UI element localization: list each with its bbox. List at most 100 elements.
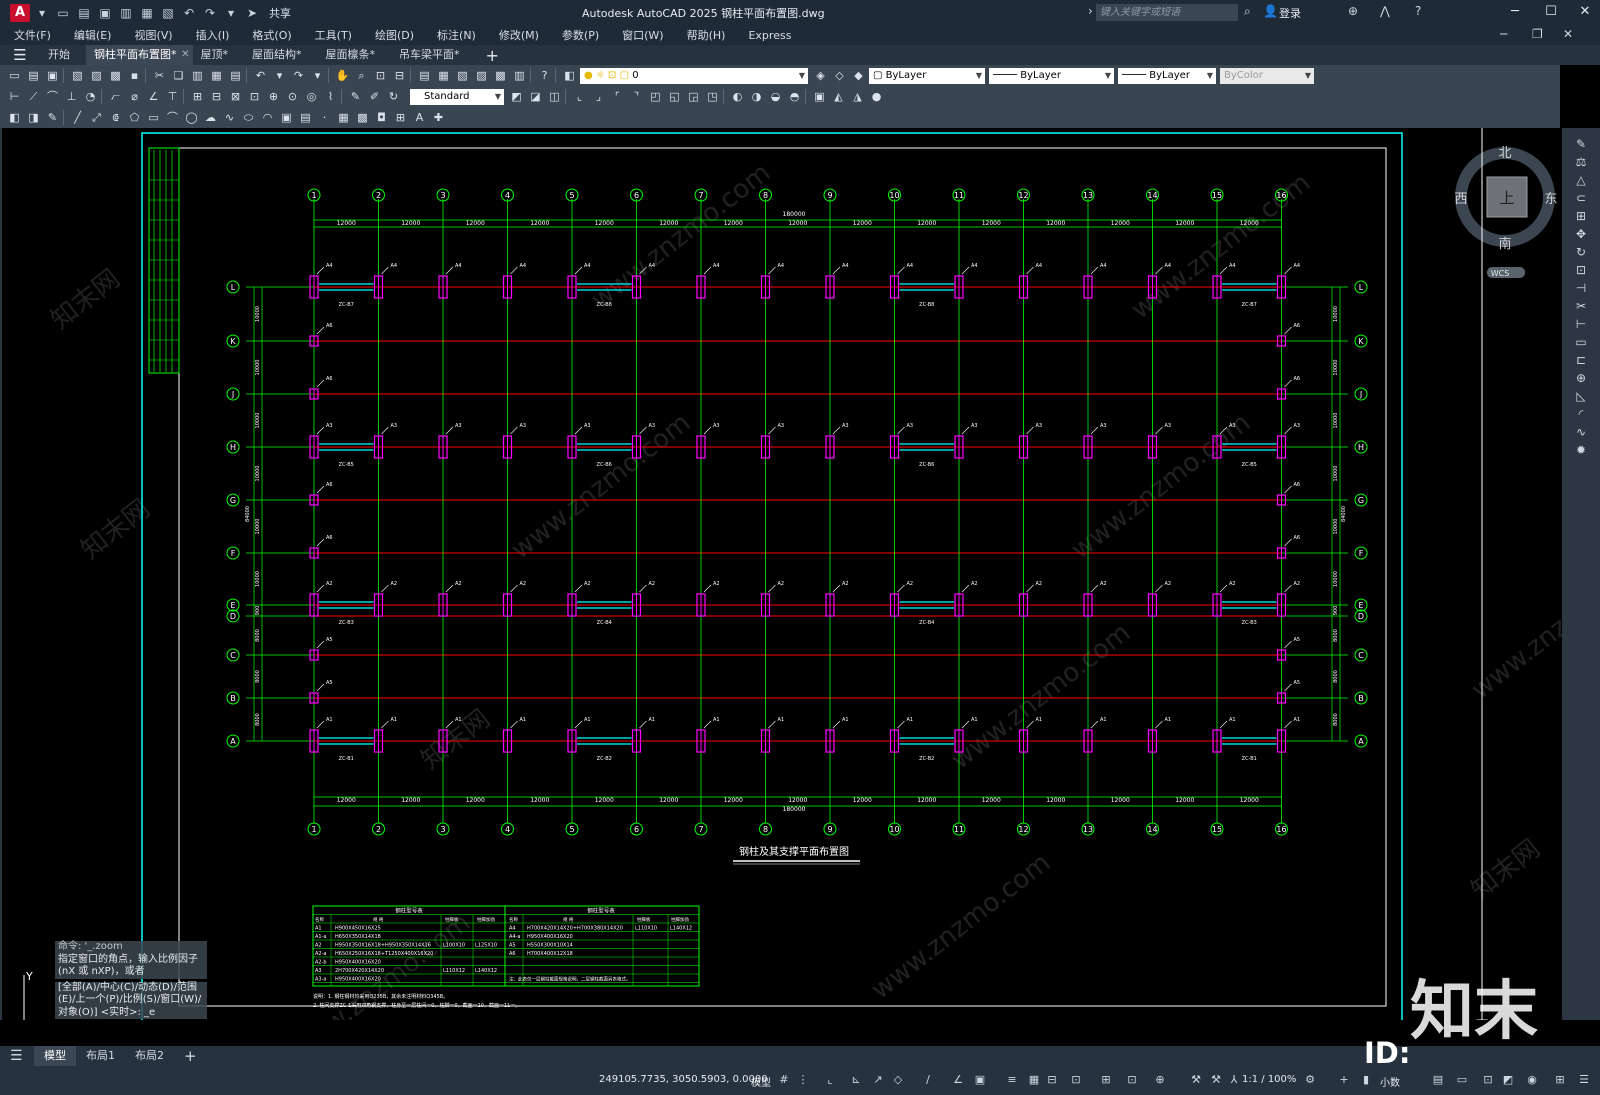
menu-dimension[interactable]: 标注(N)	[437, 27, 476, 43]
osnap-icon[interactable]: ∠	[950, 1073, 966, 1088]
open-icon[interactable]: ▤	[25, 68, 42, 83]
save-icon[interactable]: ▣	[96, 4, 114, 22]
inspect-icon[interactable]: ◎	[303, 89, 320, 104]
paste-icon[interactable]: ▥	[189, 68, 206, 83]
close-button[interactable]: ✕	[1570, 2, 1600, 22]
layer-state-icon[interactable]: ◆	[850, 68, 867, 83]
dim-text-edit-icon[interactable]: ✐	[366, 89, 383, 104]
solid-sphere-icon[interactable]: ●	[868, 89, 885, 104]
transparency-icon[interactable]: ▦	[1026, 1073, 1042, 1088]
erase-icon[interactable]: ✎	[44, 110, 61, 125]
menu-file[interactable]: 文件(F)	[14, 27, 51, 43]
dynamic-ucs-icon[interactable]: ⊡	[1068, 1073, 1084, 1088]
scale-a-icon[interactable]: ⅄	[1226, 1073, 1242, 1088]
blend-icon[interactable]: ∿	[1570, 424, 1592, 441]
pan-hand-icon[interactable]: ✋	[334, 68, 351, 83]
ucs-z-icon[interactable]: ◳	[704, 89, 721, 104]
plot-icon[interactable]: ▧	[69, 68, 86, 83]
break-icon[interactable]: ⊏	[1570, 352, 1592, 369]
linetype-dropdown[interactable]: ──── ByLayer ▼	[989, 67, 1114, 84]
customize-dropdown-icon[interactable]: ▾	[222, 4, 240, 22]
join-icon[interactable]: ⊕	[1570, 370, 1592, 387]
view-back-icon[interactable]: ◫	[546, 89, 563, 104]
quick-properties-icon[interactable]: ▤	[1430, 1073, 1446, 1088]
lineweight-dropdown[interactable]: ──── ByLayer ▼	[1118, 67, 1216, 84]
publish-icon[interactable]: ▩	[107, 68, 124, 83]
ordinate-icon[interactable]: ⊥	[63, 89, 80, 104]
arc-icon[interactable]: ⌒	[164, 110, 181, 125]
solid-cone-icon[interactable]: ◮	[849, 89, 866, 104]
close-icon[interactable]: ✕	[181, 45, 189, 65]
hamburger-menu-icon[interactable]: ☰	[0, 46, 40, 64]
doc-minimize-button[interactable]: ─	[1500, 27, 1507, 41]
tab-roof[interactable]: 屋顶*	[193, 45, 245, 65]
gradient-icon[interactable]: ▩	[354, 110, 371, 125]
share-icon[interactable]: ➤	[243, 4, 261, 22]
arc-length-icon[interactable]: ⌒	[44, 89, 61, 104]
customize-menu-icon[interactable]: ☰	[1576, 1073, 1592, 1088]
grid-icon[interactable]: #	[776, 1073, 792, 1088]
ucs-view-icon[interactable]: ◱	[666, 89, 683, 104]
chamfer-icon[interactable]: ◺	[1570, 388, 1592, 405]
isodraft-icon[interactable]: ◇	[890, 1073, 906, 1088]
stretch-icon[interactable]: ⊡	[1570, 262, 1592, 279]
cart-icon[interactable]: ⊕	[1348, 4, 1358, 18]
undo-icon[interactable]: ↶	[252, 68, 269, 83]
markup-icon[interactable]: ▩	[492, 68, 509, 83]
drawing-canvas[interactable]: 知末网 www.znzmo.com www.znzmo.com 知末网 www.znzm…	[2, 128, 1562, 1020]
make-block-icon[interactable]: ▤	[297, 110, 314, 125]
view-icon[interactable]: ◩	[508, 89, 525, 104]
layer-previous-icon[interactable]: ◇	[831, 68, 848, 83]
menu-format[interactable]: 格式(O)	[252, 27, 291, 43]
selection-cycle-icon[interactable]: ⊟	[1044, 1073, 1060, 1088]
lock-ui-icon[interactable]: ▭	[1454, 1073, 1470, 1088]
pencil-icon[interactable]: ✎	[1570, 136, 1592, 153]
jog-line-icon[interactable]: ⌇	[322, 89, 339, 104]
triangle-icon[interactable]: △	[1570, 172, 1592, 189]
copy-icon[interactable]: ❏	[170, 68, 187, 83]
chevron-right-icon[interactable]: ›	[1088, 4, 1093, 18]
color-dropdown[interactable]: ▢ ByLayer ▼	[869, 67, 985, 84]
publish-3d-icon[interactable]: ▪	[126, 68, 143, 83]
ucs-origin-icon[interactable]: ◲	[685, 89, 702, 104]
menu-edit[interactable]: 编辑(E)	[74, 27, 112, 43]
offset-icon[interactable]: ⊂	[1570, 190, 1592, 207]
new-icon[interactable]: ▭	[6, 68, 23, 83]
menu-parametric[interactable]: 参数(P)	[562, 27, 599, 43]
material-icon[interactable]: ◒	[767, 89, 784, 104]
command-line[interactable]: 命令: '_.zoom 指定窗口的角点，输入比例因子 (nX 或 nXP)，或者…	[55, 941, 207, 1019]
workspace-icon[interactable]: ◧	[6, 110, 23, 125]
view-front-icon[interactable]: ◪	[527, 89, 544, 104]
polygon-icon[interactable]: ⬠	[126, 110, 143, 125]
zoom-realtime-icon[interactable]: ⌕	[353, 68, 370, 83]
model-space-button[interactable]: 模型	[751, 1074, 771, 1089]
tolerance-icon[interactable]: ⊕	[265, 89, 282, 104]
point-icon[interactable]: ·	[316, 110, 333, 125]
open-folder-icon[interactable]: ▤	[75, 4, 93, 22]
units-value[interactable]: 小数	[1380, 1074, 1400, 1089]
autodesk-a-icon[interactable]: ⋀	[1380, 4, 1390, 18]
add-layout-plus-icon[interactable]: +	[174, 1046, 207, 1066]
region-icon[interactable]: ◘	[373, 110, 390, 125]
make-current-icon[interactable]: ◈	[812, 68, 829, 83]
redo-dropdown-icon[interactable]: ▾	[309, 68, 326, 83]
doc-restore-button[interactable]: ❐	[1532, 27, 1543, 41]
layer-properties-icon[interactable]: ◧	[561, 68, 578, 83]
ucs-icon[interactable]: ⌞	[571, 89, 588, 104]
zoom-window-icon[interactable]: ⊡	[372, 68, 389, 83]
rectangle-icon[interactable]: ▭	[145, 110, 162, 125]
trim-icon[interactable]: ⊣	[1570, 280, 1592, 297]
search-input[interactable]: 键入关键字或短语	[1096, 4, 1238, 21]
ucs-world-icon[interactable]: ⌟	[590, 89, 607, 104]
tab-roof-structure[interactable]: 屋面结构*	[244, 45, 318, 65]
scale-icon[interactable]: ⚖	[1570, 154, 1592, 171]
layout-icon[interactable]: ◨	[25, 110, 42, 125]
line-icon[interactable]: ╱	[69, 110, 86, 125]
insert-block-icon[interactable]: ▣	[278, 110, 295, 125]
app-menu-dropdown-icon[interactable]: ▾	[33, 4, 51, 22]
new-tab-plus-icon[interactable]: +	[486, 46, 499, 65]
cad-drawing[interactable]: 知末网 www.znzmo.com www.znzmo.com 知末网 www.znzm…	[2, 128, 1562, 1020]
menu-tools[interactable]: 工具(T)	[315, 27, 352, 43]
menu-insert[interactable]: 插入(I)	[196, 27, 230, 43]
save-as-icon[interactable]: ▥	[117, 4, 135, 22]
